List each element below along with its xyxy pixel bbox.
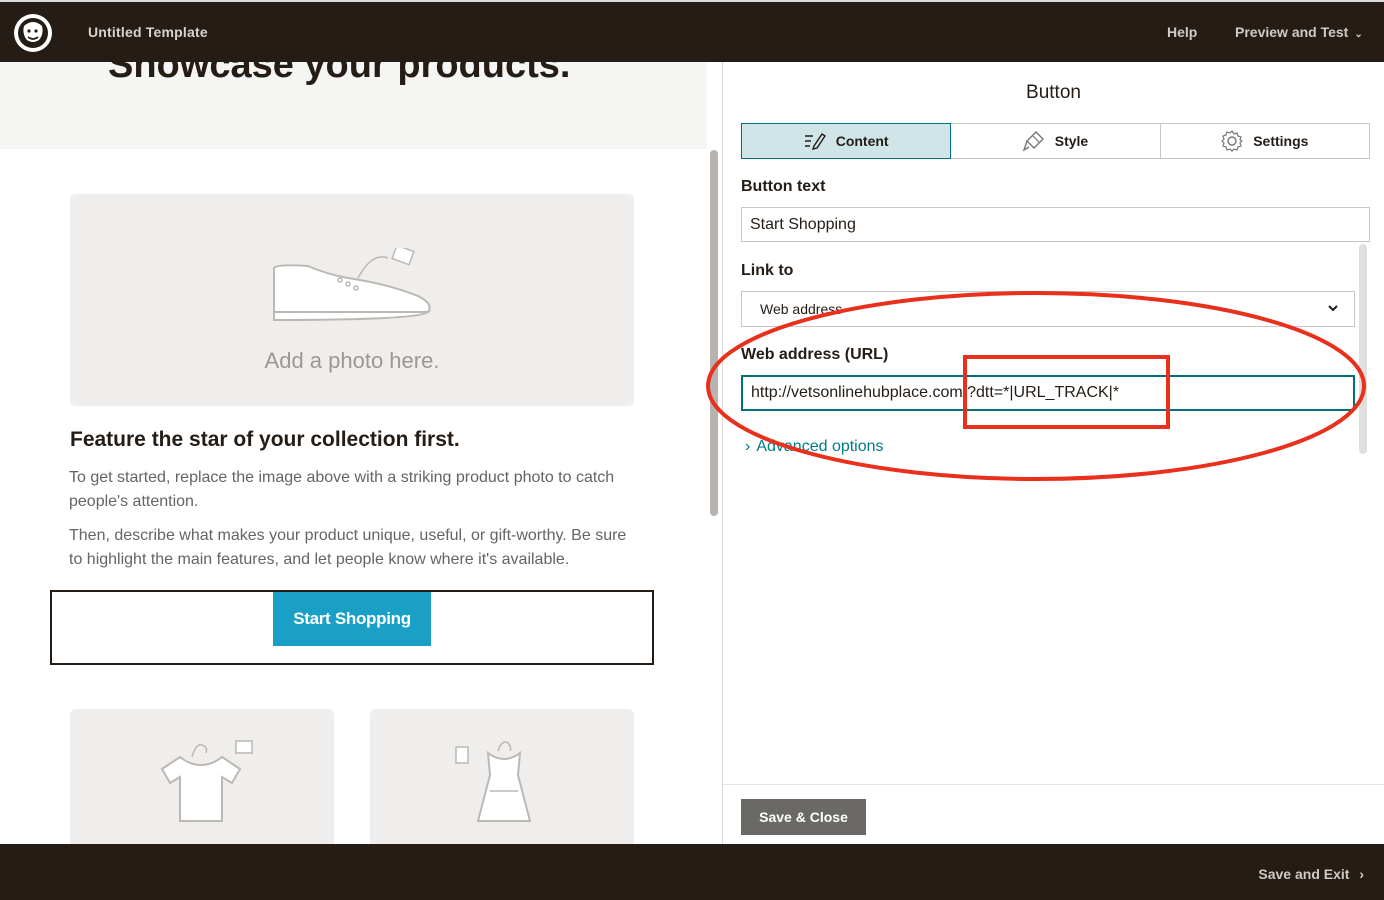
- panel-scrollbar[interactable]: [1359, 244, 1367, 454]
- button-text-input[interactable]: Start Shopping: [741, 207, 1370, 242]
- hero-section[interactable]: Showcase your products.: [0, 62, 707, 149]
- advanced-options-label: Advanced options: [756, 438, 884, 455]
- save-and-exit-button[interactable]: Save and Exit ›: [1258, 866, 1364, 882]
- preview-label: Preview and Test: [1235, 24, 1349, 40]
- panel-title: Button: [1026, 82, 1081, 103]
- tab-content[interactable]: Content: [741, 123, 952, 159]
- email-canvas: Showcase your products. Add a photo here…: [0, 62, 722, 844]
- help-link[interactable]: Help: [1167, 24, 1197, 40]
- tab-content-label: Content: [835, 133, 889, 149]
- photo-tile-2[interactable]: [370, 709, 634, 844]
- button-text-label: Button text: [741, 178, 826, 195]
- editor-tabs: Content Style Settings: [741, 123, 1370, 159]
- save-and-exit-label: Save and Exit: [1258, 866, 1350, 882]
- headline: Showcase your products.: [108, 62, 571, 86]
- photo-tile-1[interactable]: [70, 709, 334, 844]
- template-title[interactable]: Untitled Template: [88, 24, 208, 40]
- bottom-bar: Save and Exit ›: [0, 844, 1384, 900]
- tab-settings[interactable]: Settings: [1161, 124, 1369, 158]
- paint-brush-icon: [1022, 131, 1044, 152]
- link-to-value: Web address: [760, 301, 843, 317]
- button-editor-panel: Button Content Style Settings Button tex…: [723, 62, 1384, 844]
- canvas-scrollbar[interactable]: [710, 150, 718, 516]
- save-and-close-button[interactable]: Save & Close: [741, 799, 866, 835]
- shoe-icon: [273, 248, 431, 322]
- advanced-options-toggle[interactable]: › Advanced options: [745, 438, 884, 456]
- gear-icon: [1221, 130, 1244, 152]
- preview-and-test-menu[interactable]: Preview and Test ⌄: [1235, 24, 1363, 40]
- link-to-label: Link to: [741, 262, 794, 279]
- mailchimp-logo-icon[interactable]: [12, 12, 54, 54]
- start-shopping-button[interactable]: Start Shopping: [273, 592, 431, 646]
- chevron-down-icon: ⌄: [1354, 29, 1363, 40]
- web-address-label: Web address (URL): [741, 346, 889, 363]
- tshirt-icon: [160, 740, 253, 822]
- panel-footer-divider: [723, 784, 1384, 785]
- photo-placeholder-text: Add a photo here.: [264, 348, 440, 373]
- pencil-lines-icon: [804, 133, 826, 150]
- top-bar: Untitled Template Help Preview and Test ⌄: [0, 0, 1384, 62]
- tab-style[interactable]: Style: [951, 124, 1161, 158]
- tab-settings-label: Settings: [1253, 133, 1309, 149]
- tab-style-label: Style: [1054, 133, 1089, 149]
- chevron-right-icon: ›: [1359, 866, 1364, 882]
- body-paragraph-2[interactable]: Then, describe what makes your product u…: [69, 524, 639, 572]
- web-address-input[interactable]: http://vetsonlinehubplace.com/?dtt=*|URL…: [741, 375, 1355, 411]
- chevron-right-icon: ›: [745, 438, 751, 455]
- body-paragraph-1[interactable]: To get started, replace the image above …: [69, 466, 639, 514]
- chevron-down-icon: [1328, 305, 1338, 312]
- feature-heading[interactable]: Feature the star of your collection firs…: [70, 428, 460, 452]
- dress-icon: [455, 741, 532, 822]
- link-to-select[interactable]: Web address: [741, 291, 1355, 327]
- photo-placeholder[interactable]: Add a photo here.: [70, 194, 634, 406]
